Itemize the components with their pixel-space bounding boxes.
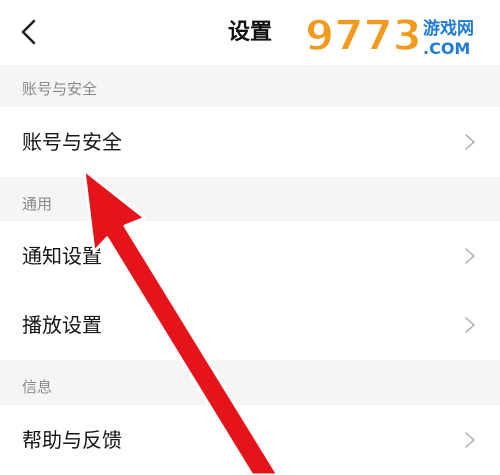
row-account-security[interactable]: 账号与安全	[0, 107, 500, 177]
top-bar: 设置 9773 游戏网 .COM	[0, 0, 500, 65]
row-label: 帮助与反馈	[22, 428, 122, 452]
chevron-right-icon	[465, 432, 475, 448]
section-title: 信息	[22, 378, 53, 396]
row-label: 通知设置	[22, 244, 102, 268]
section-header-info: 信息	[0, 360, 500, 405]
section-header-general: 通用	[0, 177, 500, 221]
section-title: 账号与安全	[22, 80, 98, 98]
settings-screen: 设置 9773 游戏网 .COM 账号与安全 账号与安全 通用 通知设置 播放设…	[0, 0, 500, 475]
row-label: 账号与安全	[22, 130, 122, 154]
chevron-right-icon	[465, 317, 475, 333]
watermark-domain: .COM	[423, 39, 470, 58]
watermark-number: 9773	[305, 11, 422, 60]
chevron-right-icon	[465, 134, 475, 150]
row-label: 播放设置	[22, 313, 102, 337]
chevron-right-icon	[465, 248, 475, 264]
watermark-text: 游戏网	[423, 18, 474, 39]
row-notification-settings[interactable]: 通知设置	[0, 221, 500, 291]
row-help-feedback[interactable]: 帮助与反馈	[0, 405, 500, 475]
row-playback-settings[interactable]: 播放设置	[0, 291, 500, 360]
section-title: 通用	[22, 195, 53, 213]
section-header-account: 账号与安全	[0, 65, 500, 107]
watermark-logo: 9773 游戏网 .COM	[305, 10, 474, 60]
